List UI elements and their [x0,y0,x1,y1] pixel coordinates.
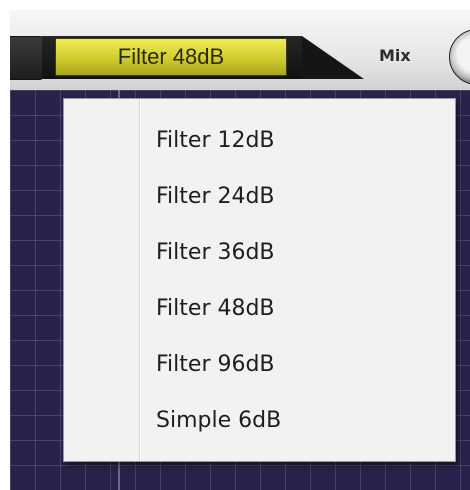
menu-item-filter-36db[interactable]: Filter 36dB [156,225,446,281]
menu-item-filter-48db[interactable]: Filter 48dB [156,281,446,337]
menu-item-simple-6db[interactable]: Simple 6dB [156,393,446,449]
mix-label: Mix [379,46,411,65]
filter-dropdown-menu: Filter 12dB Filter 24dB Filter 36dB Filt… [63,98,456,462]
screenshot: Filter 48dB Mix Filter 12dB Filter 24dB … [0,0,470,490]
menu-gutter-highlight [140,99,141,461]
menu-item-filter-24db[interactable]: Filter 24dB [156,169,446,225]
tab-slant [302,36,364,79]
menu-item-filter-96db[interactable]: Filter 96dB [156,337,446,393]
plugin-panel: Filter 48dB Mix Filter 12dB Filter 24dB … [10,10,470,490]
left-control-box[interactable] [10,36,43,80]
filter-type-button[interactable]: Filter 48dB [55,38,287,76]
menu-item-filter-12db[interactable]: Filter 12dB [156,113,446,169]
